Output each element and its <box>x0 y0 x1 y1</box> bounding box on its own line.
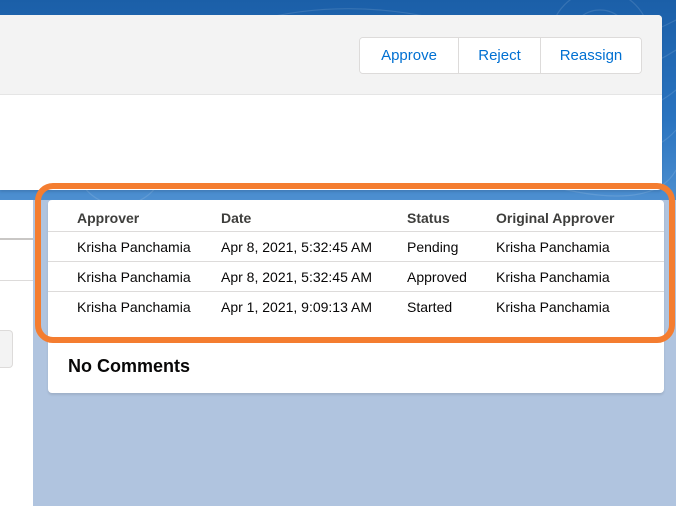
no-comments-label: No Comments <box>68 356 191 376</box>
record-header-card: Approve Reject Reassign <box>0 15 662 190</box>
details-panel <box>0 200 33 506</box>
status-cell: Pending <box>407 238 459 255</box>
panel-divider <box>0 280 33 281</box>
original-approver-cell: Krisha Panchamia <box>496 238 610 255</box>
original-approver-cell: Krisha Panchamia <box>496 268 610 285</box>
reassign-button[interactable]: Reassign <box>541 38 641 73</box>
approval-history-card: Approver Date Status Original Approver K… <box>48 200 664 393</box>
column-header-original-approver: Original Approver <box>496 209 615 226</box>
date-cell: Apr 8, 2021, 5:32:45 AM <box>221 268 372 285</box>
status-cell: Started <box>407 299 453 315</box>
column-header-date: Date <box>221 209 252 226</box>
record-header-bar: Approve Reject Reassign <box>0 15 662 95</box>
date-cell: Apr 1, 2021, 9:09:13 AM <box>221 299 372 315</box>
approval-action-button-group: Approve Reject Reassign <box>359 37 642 74</box>
column-header-status: Status <box>407 209 450 226</box>
approve-button[interactable]: Approve <box>360 38 459 73</box>
column-header-approver: Approver <box>77 209 140 226</box>
approver-cell: Krisha Panchamia <box>77 299 191 315</box>
original-approver-cell: Krisha Panchamia <box>496 299 610 315</box>
table-row: Krisha Panchamia Apr 1, 2021, 9:09:13 AM… <box>48 292 664 322</box>
table-row: Krisha Panchamia Apr 8, 2021, 5:32:45 AM… <box>48 262 664 292</box>
approver-cell: Krisha Panchamia <box>77 238 191 255</box>
panel-input-stub[interactable] <box>0 330 13 368</box>
approver-cell: Krisha Panchamia <box>77 268 191 285</box>
status-cell: Approved <box>407 268 467 285</box>
table-row: Krisha Panchamia Apr 8, 2021, 5:32:45 AM… <box>48 232 664 262</box>
reject-button[interactable]: Reject <box>459 38 541 73</box>
table-header-row: Approver Date Status Original Approver <box>48 204 664 232</box>
approval-history-table: Approver Date Status Original Approver K… <box>48 204 664 322</box>
date-cell: Apr 8, 2021, 5:32:45 AM <box>221 238 372 255</box>
panel-tab-strip <box>0 238 33 240</box>
